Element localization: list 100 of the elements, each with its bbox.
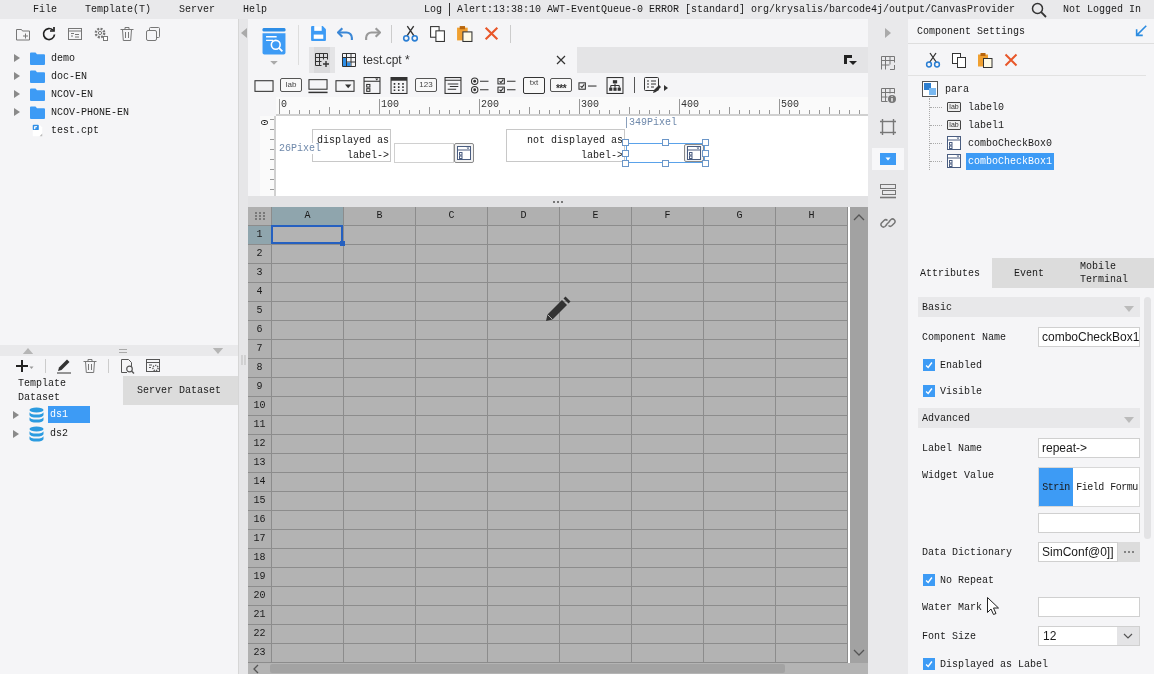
pencil-icon[interactable] [56,358,72,374]
segment-option[interactable]: Strin [1039,468,1073,506]
dropdown-field[interactable]: 12 [1038,626,1140,646]
expand-arrow-icon[interactable] [14,90,20,98]
scroll-thumb[interactable] [270,664,785,673]
grid-lines-icon[interactable] [880,55,896,71]
label-widget-button[interactable]: lab [280,78,302,92]
save-icon[interactable] [310,25,327,42]
chain-link-icon[interactable] [880,215,896,231]
splitter-grip-icon[interactable] [119,348,127,353]
text-widget-button[interactable]: txt [523,76,545,94]
tree-item[interactable]: comboCheckBox0 [966,134,1054,152]
vertical-scrollbar[interactable] [850,207,868,663]
gear-icon[interactable] [93,26,109,42]
checkbox[interactable] [923,385,935,397]
section-header[interactable]: Advanced [918,408,1140,428]
tree-item[interactable]: demo [49,49,77,67]
splitter-grip-icon[interactable] [553,200,563,203]
scroll-left-icon[interactable] [253,663,259,674]
checkbox-label[interactable]: Displayed as Label [940,658,1049,670]
menu-item[interactable]: Help [243,4,268,15]
search-icon[interactable] [1031,1,1047,18]
grid-plus-icon[interactable] [314,47,330,73]
tree-item[interactable]: NCOV-PHONE-EN [49,103,131,121]
checkbox[interactable] [923,574,935,586]
tree-item[interactable]: test.cpt [49,121,101,139]
paste-icon[interactable] [977,51,993,68]
section-header[interactable]: Basic [918,297,1140,317]
property-tab[interactable]: Mobile Terminal [1066,258,1154,288]
grid-info-icon[interactable] [880,87,896,103]
duplicate-icon[interactable] [145,26,161,42]
tree-item[interactable]: NCOV-EN [49,85,95,103]
text-field[interactable]: comboCheckBox1 [1038,327,1140,347]
close-icon[interactable] [556,55,566,65]
form-icon[interactable] [67,26,83,42]
dataset-tab[interactable]: Server Dataset [123,376,238,405]
text-field[interactable]: SimConf@0]] [1038,542,1118,562]
panel-menu-icon[interactable] [842,52,858,68]
checkbox-label[interactable]: Enabled [940,359,982,371]
paste-icon[interactable] [456,25,473,42]
checkbox[interactable] [923,658,935,670]
stacked-bars-icon[interactable] [880,183,896,199]
expand-arrow-icon[interactable] [13,410,19,419]
number-widget-button[interactable]: 123 [415,78,437,92]
calendar-icon[interactable] [388,76,410,94]
dataset-item[interactable]: ds2 [48,425,70,442]
expand-arrow-icon[interactable] [13,429,19,438]
delete-icon[interactable] [1003,51,1019,68]
refresh-icon[interactable] [41,26,57,42]
collapse-up-icon[interactable] [22,347,34,354]
text-field[interactable] [1038,513,1140,533]
collapse-down-icon[interactable] [212,347,224,354]
dock-arrow-icon[interactable] [1134,24,1148,38]
tree-item[interactable]: doc-EN [49,67,89,85]
checkbox-label[interactable]: No Repeat [940,574,994,586]
checkbox-label[interactable]: Visible [940,385,982,397]
cut-icon[interactable] [402,25,419,42]
checkbox[interactable] [923,359,935,371]
login-status[interactable]: Not Logged In [1063,4,1141,15]
cut-icon[interactable] [925,51,941,68]
resize-handle-icon[interactable] [662,139,669,146]
settings-window-icon[interactable] [145,358,161,374]
tab-title[interactable]: test.cpt * [363,53,550,67]
crop-frame-icon[interactable] [880,119,896,135]
delete-icon[interactable] [483,25,500,42]
trash-icon[interactable] [82,358,98,374]
radio-group-icon[interactable] [469,76,491,94]
tree-item[interactable]: label0 [966,98,1006,116]
scroll-up-icon[interactable] [853,213,865,221]
segment-option[interactable]: Formu [1107,468,1141,506]
preview-icon[interactable] [119,358,135,374]
log-link[interactable]: Log [423,4,442,15]
select-all-corner[interactable] [248,207,272,226]
expand-right-icon[interactable] [885,28,891,38]
redo-icon[interactable] [364,25,381,42]
copy-icon[interactable] [951,51,967,68]
expand-arrow-icon[interactable] [14,72,20,80]
tree-item[interactable]: para [943,80,971,98]
add-icon[interactable] [15,358,35,374]
tree-icon[interactable] [604,76,626,94]
text-field[interactable] [1038,597,1140,617]
new-folder-icon[interactable] [15,26,31,42]
segment-option[interactable]: Field [1073,468,1107,506]
property-tab[interactable]: Event [992,258,1066,288]
scroll-down-icon[interactable] [853,649,865,657]
edit-list-icon[interactable] [643,76,669,94]
menu-item[interactable]: File [33,4,57,15]
editor-tab[interactable]: test.cpt * [335,47,577,73]
password-widget-button[interactable]: *** [550,78,572,92]
caret-down-icon[interactable] [270,61,278,65]
browse-button[interactable] [1118,542,1140,562]
text-field[interactable]: repeat-> [1038,438,1140,458]
resize-handle-icon[interactable] [662,160,669,167]
checkbox-group-icon[interactable] [496,76,518,94]
copy-icon[interactable] [429,25,446,42]
tree-item[interactable]: label1 [966,116,1006,134]
menu-item[interactable]: Server [179,4,216,15]
trash-icon[interactable] [119,26,135,42]
horizontal-scrollbar[interactable] [248,663,868,674]
expand-arrow-icon[interactable] [14,54,20,62]
